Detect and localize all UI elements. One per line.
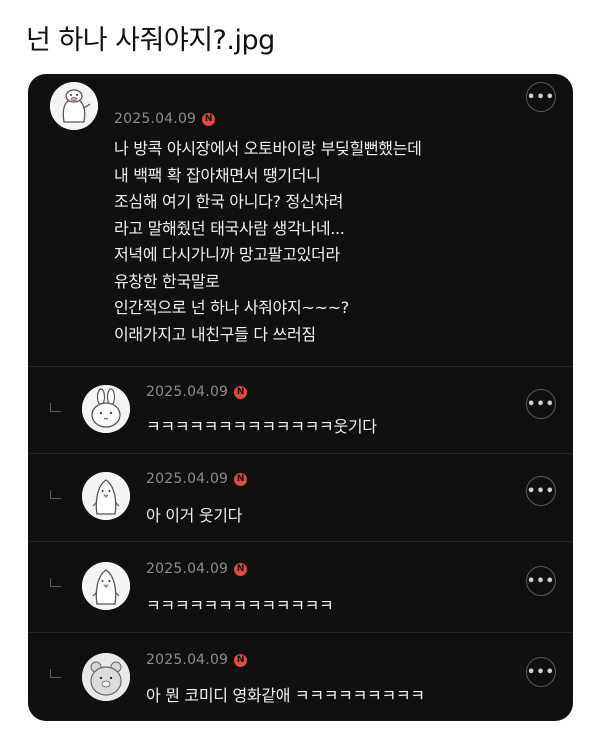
- penguin-character-icon[interactable]: [82, 472, 130, 520]
- comment-line: 저녁에 다시가니까 망고팔고있더라: [114, 245, 340, 264]
- comment-line: 내 백팩 확 잡아채면서 땡기더니: [114, 165, 321, 185]
- comment-line: 인간적으로 넌 하나 사줘야지~~~?: [114, 298, 349, 317]
- reply-meta: 2025.04.09 N: [146, 561, 248, 577]
- reply-arrow-icon: [50, 578, 61, 587]
- reply-meta: 2025.04.09 N: [146, 384, 248, 400]
- reply-meta: 2025.04.09 N: [146, 652, 248, 668]
- reply-arrow-icon: [50, 669, 61, 678]
- more-options-button[interactable]: •••: [526, 657, 556, 687]
- reply-item: 2025.04.09 N ••• ㅋㅋㅋㅋㅋㅋㅋㅋㅋㅋㅋㅋㅋ: [28, 542, 573, 633]
- reply-text: 아 이거 웃기다: [146, 506, 243, 525]
- comment-line: 라고 말해줬던 태국사람 생각나네...: [114, 218, 345, 238]
- duck-character-icon[interactable]: [50, 82, 98, 130]
- comment-line: 나 방콕 야시장에서 오토바이랑 부딪힐뻔했는데: [114, 139, 422, 158]
- reply-text: ㅋㅋㅋㅋㅋㅋㅋㅋㅋㅋㅋㅋㅋ웃기다: [146, 417, 377, 436]
- new-badge: N: [234, 385, 248, 399]
- new-badge: N: [234, 653, 248, 667]
- more-options-button[interactable]: •••: [526, 566, 556, 596]
- comment-thread: 2025.04.09 N ••• 나 방콕 야시장에서 오토바이랑 부딪힐뻔했는…: [28, 74, 573, 721]
- reply-date: 2025.04.09: [146, 471, 229, 487]
- reply-text: 아 뭔 코미디 영화같애 ㅋㅋㅋㅋㅋㅋㅋㅋㅋ: [146, 686, 425, 705]
- comment-line: 이래가지고 내친구들 다 쓰러짐: [114, 324, 316, 344]
- reply-arrow-icon: [50, 490, 61, 499]
- more-options-button[interactable]: •••: [526, 476, 556, 506]
- bear-character-icon[interactable]: [82, 653, 130, 701]
- rabbit-character-icon[interactable]: [82, 385, 130, 433]
- new-badge: N: [202, 112, 216, 126]
- reply-date: 2025.04.09: [146, 561, 229, 577]
- reply-item: 2025.04.09 N ••• 아 뭔 코미디 영화같애 ㅋㅋㅋㅋㅋㅋㅋㅋㅋ: [28, 633, 573, 721]
- comment-meta: 2025.04.09 N: [114, 111, 216, 127]
- main-comment: 2025.04.09 N ••• 나 방콕 야시장에서 오토바이랑 부딪힐뻔했는…: [28, 74, 573, 367]
- comment-body: 나 방콕 야시장에서 오토바이랑 부딪힐뻔했는데 내 백팩 확 잡아채면서 땡기…: [114, 136, 534, 348]
- reply-item: 2025.04.09 N ••• 아 이거 웃기다: [28, 454, 573, 542]
- reply-arrow-icon: [50, 403, 61, 412]
- comment-date: 2025.04.09: [114, 111, 197, 127]
- reply-meta: 2025.04.09 N: [146, 471, 248, 487]
- new-badge: N: [234, 472, 248, 486]
- more-options-button[interactable]: •••: [526, 389, 556, 419]
- penguin-character-icon[interactable]: [82, 562, 130, 610]
- reply-date: 2025.04.09: [146, 652, 229, 668]
- new-badge: N: [234, 562, 248, 576]
- more-options-button[interactable]: •••: [526, 82, 556, 112]
- comment-line: 조심해 여기 한국 아니다? 정신차려: [114, 192, 344, 211]
- reply-item: 2025.04.09 N ••• ㅋㅋㅋㅋㅋㅋㅋㅋㅋㅋㅋㅋㅋ웃기다: [28, 367, 573, 454]
- comment-line: 유창한 한국말로: [114, 271, 220, 291]
- reply-text: ㅋㅋㅋㅋㅋㅋㅋㅋㅋㅋㅋㅋㅋ: [146, 596, 334, 615]
- page-title: 넌 하나 사줘야지?.jpg: [26, 25, 275, 56]
- reply-date: 2025.04.09: [146, 384, 229, 400]
